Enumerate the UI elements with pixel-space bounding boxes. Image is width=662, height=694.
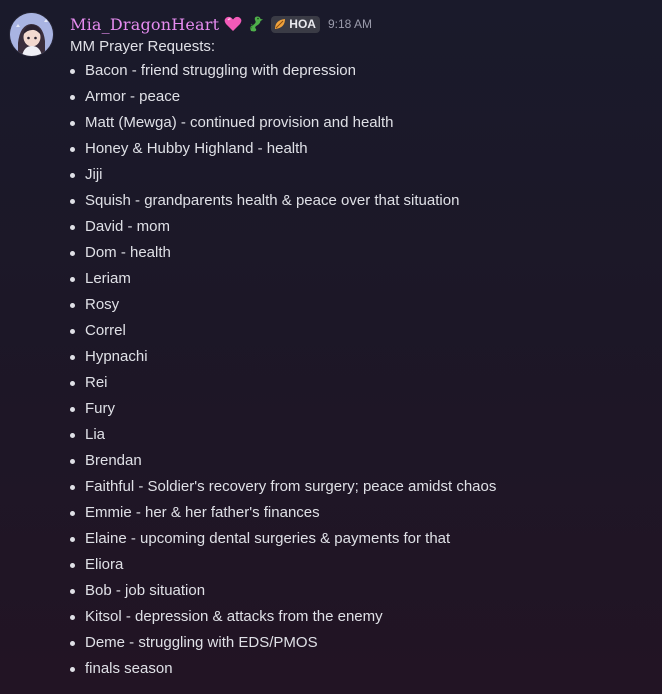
list-item: Honey & Hubby Highland - health [70, 136, 650, 162]
list-item: Bacon - friend struggling with depressio… [70, 58, 650, 84]
list-item: Fury [70, 396, 650, 422]
list-item: Faithful - Soldier's recovery from surge… [70, 474, 650, 500]
list-item: Deme - struggling with EDS/PMOS [70, 630, 650, 656]
avatar[interactable] [10, 13, 53, 56]
list-item-text: Leriam [85, 270, 131, 287]
message-content: MM Prayer Requests: Bacon - friend strug… [70, 36, 650, 682]
list-item-text: Lia [85, 426, 106, 443]
avatar-image [10, 13, 53, 56]
list-item: Rosy [70, 292, 650, 318]
bullet-icon [70, 355, 75, 360]
list-item: Bob - job situation [70, 578, 650, 604]
list-item-text: Fury [85, 400, 115, 417]
bullet-icon [70, 433, 75, 438]
bullet-icon [70, 329, 75, 334]
leaf-icon [274, 18, 286, 30]
list-item-text: Jiji [85, 166, 103, 183]
list-item-text: Rosy [85, 296, 120, 313]
list-item-text: Elaine - upcoming dental surgeries & pay… [85, 530, 451, 547]
bullet-icon [70, 147, 75, 152]
bullet-icon [70, 589, 75, 594]
list-item-text: Matt (Mewga) - continued provision and h… [85, 114, 394, 131]
list-item: Matt (Mewga) - continued provision and h… [70, 110, 650, 136]
list-item-text: Dom - health [85, 244, 171, 261]
message-header: Mia_DragonHeart HOA 9:18 AM [70, 14, 372, 34]
list-item: Squish - grandparents health & peace ove… [70, 188, 650, 214]
list-item: Emmie - her & her father's finances [70, 500, 650, 526]
list-item-text: David - mom [85, 218, 171, 235]
list-item-text: Hypnachi [85, 348, 148, 365]
bullet-icon [70, 303, 75, 308]
bullet-icon [70, 251, 75, 256]
list-item-text: Squish - grandparents health & peace ove… [85, 192, 460, 209]
bullet-icon [70, 511, 75, 516]
timestamp: 9:18 AM [327, 17, 372, 31]
bullet-icon [70, 641, 75, 646]
bullet-icon [70, 277, 75, 282]
list-item-text: Rei [85, 374, 108, 391]
role-tag[interactable]: HOA [271, 15, 320, 33]
bullet-icon [70, 69, 75, 74]
list-item: Brendan [70, 448, 650, 474]
bullet-icon [70, 485, 75, 490]
bullet-icon [70, 225, 75, 230]
list-item: David - mom [70, 214, 650, 240]
list-item: Eliora [70, 552, 650, 578]
bullet-icon [70, 121, 75, 126]
list-item-text: Correl [85, 322, 126, 339]
list-item: Hypnachi [70, 344, 650, 370]
bullet-icon [70, 615, 75, 620]
bullet-icon [70, 459, 75, 464]
list-item: Correl [70, 318, 650, 344]
list-item-text: Brendan [85, 452, 142, 469]
message-title: MM Prayer Requests: [70, 38, 216, 55]
chat-message: Mia_DragonHeart HOA 9:18 AM MM Prayer Re… [0, 0, 662, 694]
list-item: Lia [70, 422, 650, 448]
pink-heart-icon [224, 16, 242, 32]
bullet-icon [70, 563, 75, 568]
list-item: Kitsol - depression & attacks from the e… [70, 604, 650, 630]
list-item: Elaine - upcoming dental surgeries & pay… [70, 526, 650, 552]
list-item-text: finals season [85, 660, 173, 677]
list-item-text: Honey & Hubby Highland - health [85, 140, 308, 157]
list-item-text: Faithful - Soldier's recovery from surge… [85, 478, 497, 495]
list-item-text: Bob - job situation [85, 582, 206, 599]
list-item: finals season [70, 656, 650, 682]
list-item: Rei [70, 370, 650, 396]
bullet-icon [70, 667, 75, 672]
bullet-icon [70, 537, 75, 542]
list-item-text: Bacon - friend struggling with depressio… [85, 62, 356, 79]
list-item-text: Deme - struggling with EDS/PMOS [85, 634, 318, 651]
list-item: Armor - peace [70, 84, 650, 110]
dragon-icon [247, 15, 265, 33]
bullet-icon [70, 381, 75, 386]
list-item: Jiji [70, 162, 650, 188]
list-item: Dom - health [70, 240, 650, 266]
bullet-icon [70, 407, 75, 412]
list-item-text: Eliora [85, 556, 124, 573]
list-item-text: Emmie - her & her father's finances [85, 504, 320, 521]
username[interactable]: Mia_DragonHeart [70, 15, 219, 34]
bullet-icon [70, 173, 75, 178]
role-tag-label: HOA [289, 17, 316, 31]
bullet-icon [70, 199, 75, 204]
list-item: Leriam [70, 266, 650, 292]
list-item-text: Armor - peace [85, 88, 181, 105]
prayer-request-list: Bacon - friend struggling with depressio… [70, 58, 650, 682]
bullet-icon [70, 95, 75, 100]
list-item-text: Kitsol - depression & attacks from the e… [85, 608, 383, 625]
